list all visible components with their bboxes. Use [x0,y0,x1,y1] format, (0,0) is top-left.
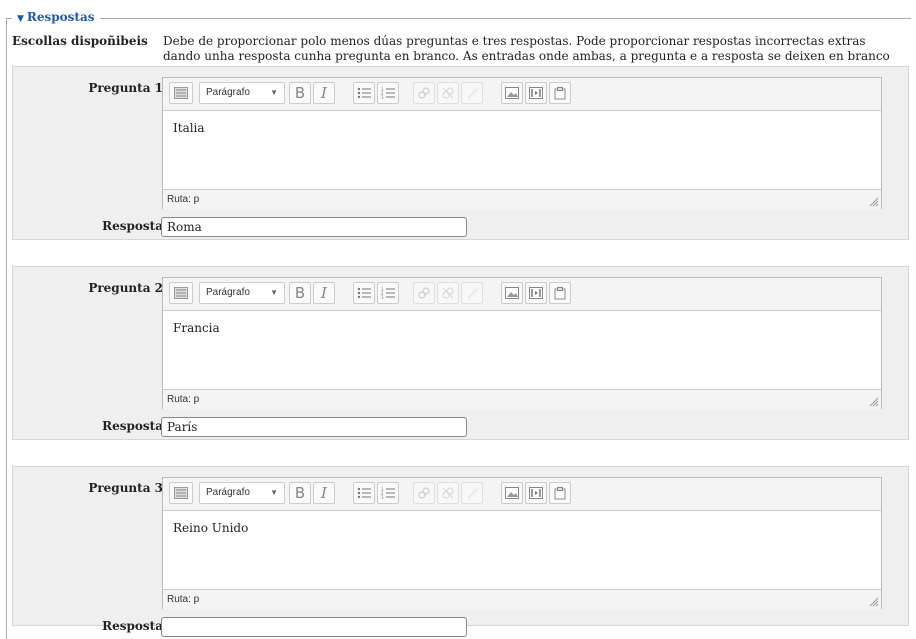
format-select-value: Parágrafo [206,87,250,98]
link-icon[interactable] [413,82,435,104]
format-select-value: Parágrafo [206,487,250,498]
intro-label: Escollas dispoñibeis [12,34,148,48]
editor-content[interactable]: Francia [163,311,881,389]
bold-button[interactable]: B [289,482,311,504]
unlink-icon[interactable] [437,482,459,504]
answer-label: Resposta [102,619,163,633]
question-editor[interactable]: Parágrafo ▼ B I 123 Francia Ruta: p [162,277,882,409]
bold-button[interactable]: B [289,82,311,104]
toolbar-toggle-icon[interactable] [169,482,193,504]
section-legend[interactable]: ▼ Respostas [12,10,100,24]
unordered-list-icon[interactable] [353,482,375,504]
unordered-list-icon[interactable] [353,282,375,304]
image-icon[interactable] [501,282,523,304]
question-editor[interactable]: Parágrafo ▼ B I 123 Reino Unido Ruta: p [162,477,882,609]
image-icon[interactable] [501,482,523,504]
ordered-list-icon[interactable]: 123 [377,482,399,504]
format-select[interactable]: Parágrafo ▼ [199,282,285,304]
question-block-1: Pregunta 1 Parágrafo ▼ B I 123 Italia Rut… [12,66,909,240]
question-block-2: Pregunta 2 Parágrafo ▼ B I 123 Francia Ru… [12,266,909,440]
media-icon[interactable] [525,82,547,104]
toolbar-toggle-icon[interactable] [169,82,193,104]
unlink-icon[interactable] [437,282,459,304]
answer-input[interactable]: París [161,417,467,437]
italic-button[interactable]: I [313,82,335,104]
format-select[interactable]: Parágrafo ▼ [199,482,285,504]
anchor-icon[interactable] [461,82,483,104]
resize-handle-icon[interactable] [869,197,879,207]
chevron-down-icon: ▼ [270,488,278,497]
editor-statusbar: Ruta: p [163,189,881,209]
question-block-3: Pregunta 3 Parágrafo ▼ B I 123 Reino Unid… [12,466,909,637]
paste-icon[interactable] [549,482,571,504]
anchor-icon[interactable] [461,482,483,504]
question-label: Pregunta 1 [88,81,163,95]
chevron-down-icon: ▼ [270,88,278,97]
collapse-triangle-icon[interactable]: ▼ [17,14,24,24]
resize-handle-icon[interactable] [869,597,879,607]
answer-label: Resposta [102,219,163,233]
svg-text:3: 3 [381,295,384,299]
editor-statusbar: Ruta: p [163,389,881,409]
editor-toolbar: Parágrafo ▼ B I 123 [163,78,881,111]
answer-input[interactable] [161,617,467,637]
editor-statusbar: Ruta: p [163,589,881,609]
resize-handle-icon[interactable] [869,397,879,407]
format-select[interactable]: Parágrafo ▼ [199,82,285,104]
question-label: Pregunta 2 [88,281,163,295]
svg-text:3: 3 [381,95,384,99]
answer-input[interactable]: Roma [161,217,467,237]
image-icon[interactable] [501,82,523,104]
format-select-value: Parágrafo [206,287,250,298]
status-path: Ruta: p [167,194,200,205]
editor-toolbar: Parágrafo ▼ B I 123 [163,478,881,511]
status-path: Ruta: p [167,394,200,405]
ordered-list-icon[interactable]: 123 [377,282,399,304]
bold-button[interactable]: B [289,282,311,304]
unlink-icon[interactable] [437,82,459,104]
italic-button[interactable]: I [313,482,335,504]
editor-content[interactable]: Italia [163,111,881,189]
editor-content[interactable]: Reino Unido [163,511,881,589]
unordered-list-icon[interactable] [353,82,375,104]
editor-toolbar: Parágrafo ▼ B I 123 [163,278,881,311]
question-label: Pregunta 3 [88,481,163,495]
anchor-icon[interactable] [461,282,483,304]
paste-icon[interactable] [549,82,571,104]
question-editor[interactable]: Parágrafo ▼ B I 123 Italia Ruta: p [162,77,882,209]
ordered-list-icon[interactable]: 123 [377,82,399,104]
media-icon[interactable] [525,282,547,304]
link-icon[interactable] [413,282,435,304]
chevron-down-icon: ▼ [270,288,278,297]
link-icon[interactable] [413,482,435,504]
legend-text[interactable]: Respostas [27,10,95,24]
svg-text:3: 3 [381,495,384,499]
toolbar-toggle-icon[interactable] [169,282,193,304]
answer-label: Resposta [102,419,163,433]
paste-icon[interactable] [549,282,571,304]
media-icon[interactable] [525,482,547,504]
italic-button[interactable]: I [313,282,335,304]
status-path: Ruta: p [167,594,200,605]
